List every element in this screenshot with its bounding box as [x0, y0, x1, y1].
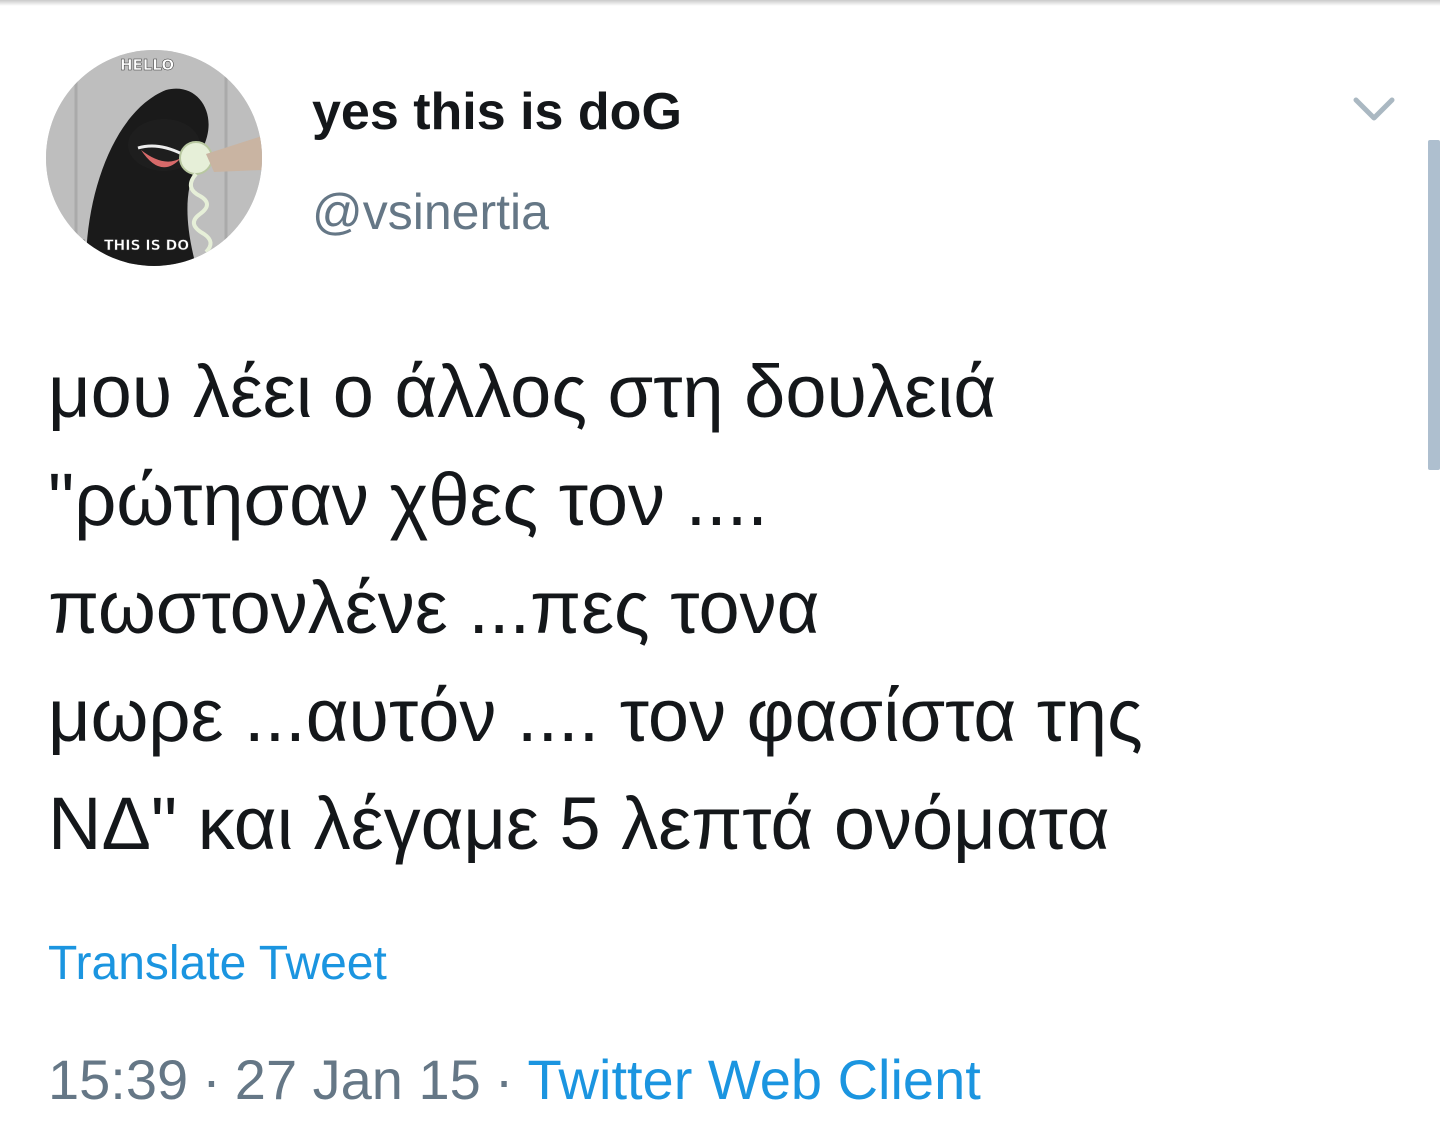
- avatar-top-text: HELLO: [120, 56, 174, 74]
- tweet-client-link[interactable]: Twitter Web Client: [527, 1048, 980, 1111]
- avatar-image: HELLO S THIS IS DO: [46, 50, 262, 266]
- meta-separator: ·: [202, 1048, 221, 1111]
- tweet-line: "ρώτησαν χθες τον ....: [48, 458, 768, 541]
- tweet-line: μωρε ...αυτόν .... τον φασίστα της: [48, 674, 1143, 757]
- chevron-down-icon[interactable]: [1350, 92, 1398, 126]
- tweet-text: μου λέει ο άλλος στη δουλειά "ρώτησαν χθ…: [48, 338, 1418, 878]
- meta-separator: ·: [494, 1048, 514, 1111]
- display-name[interactable]: yes this is doG: [312, 82, 682, 142]
- top-edge-shadow: [0, 0, 1440, 6]
- tweet-meta: 15:39 · 27 Jan 15 · Twitter Web Client: [48, 1046, 981, 1114]
- tweet-date[interactable]: 27 Jan 15: [235, 1048, 481, 1111]
- avatar[interactable]: HELLO S THIS IS DO: [46, 50, 262, 266]
- scrollbar[interactable]: [1428, 140, 1440, 470]
- tweet-time[interactable]: 15:39: [48, 1048, 188, 1111]
- avatar-bottom-prefix: S: [76, 238, 86, 254]
- tweet-line: ΝΔ" και λέγαμε 5 λεπτά ονόματα: [48, 782, 1110, 865]
- translate-tweet-link[interactable]: Translate Tweet: [48, 934, 387, 994]
- avatar-bottom-text: THIS IS DO: [104, 238, 189, 254]
- tweet-line: μου λέει ο άλλος στη δουλειά: [48, 350, 997, 433]
- user-handle[interactable]: @vsinertia: [312, 182, 549, 242]
- tweet-line: πωστονλένε ...πες τονα: [48, 566, 820, 649]
